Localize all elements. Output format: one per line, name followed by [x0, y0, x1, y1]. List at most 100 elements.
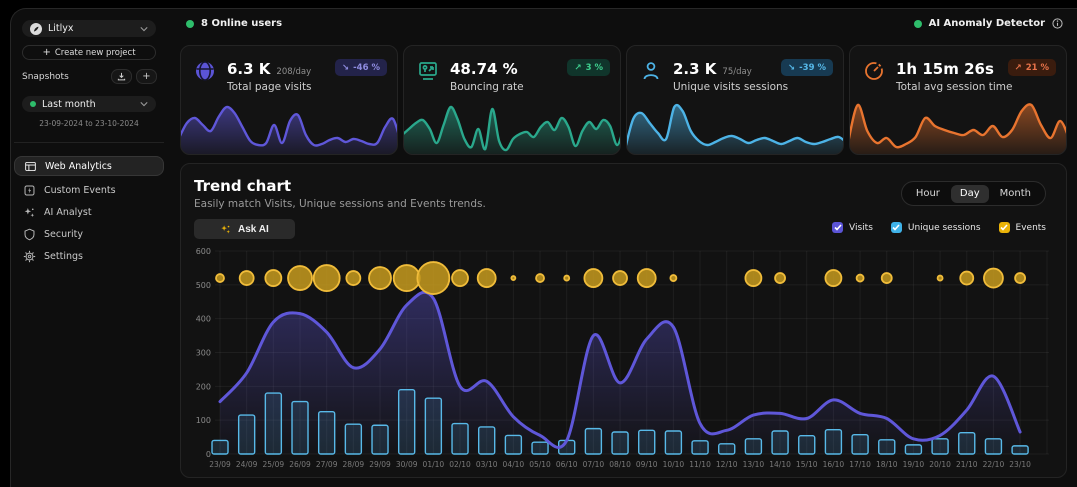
svg-text:24/09: 24/09	[236, 460, 258, 469]
info-icon[interactable]	[1052, 18, 1063, 29]
sidebar-item-ai-analyst[interactable]: AI Analyst	[14, 202, 164, 222]
online-users-indicator: 8 Online users	[186, 18, 282, 29]
stat-per-day: 208/day	[276, 67, 311, 77]
stat-card-total-page-visits: 6.3 K 208/day Total page visits ↘ -46 %	[180, 45, 398, 155]
stat-label: Unique visits sessions	[673, 81, 788, 93]
svg-text:11/10: 11/10	[689, 460, 711, 469]
stat-value: 6.3 K	[227, 60, 270, 78]
svg-text:08/10: 08/10	[609, 460, 631, 469]
stat-per-day: 75/day	[722, 67, 751, 77]
project-selector[interactable]: Litlyx	[22, 20, 156, 37]
plus-icon: +	[42, 47, 50, 58]
trend-up-icon: ↗	[574, 63, 581, 73]
stat-label: Bouncing rate	[450, 81, 524, 93]
snapshots-label: Snapshots	[22, 72, 69, 82]
svg-text:20/10: 20/10	[929, 460, 951, 469]
chart-legend: Visits Unique sessions Events	[832, 222, 1046, 233]
stat-card-avg-session-time: 1h 15m 26s Total avg session time ↗ 21 %	[849, 45, 1067, 155]
trend-badge: ↗ 3 %	[567, 59, 610, 76]
snapshot-selected-value: Last month	[42, 99, 96, 110]
svg-text:200: 200	[196, 382, 211, 391]
snapshot-select[interactable]: Last month	[22, 96, 156, 112]
stat-label: Total avg session time	[896, 81, 1012, 93]
stat-card-unique-visits: 2.3 K 75/day Unique visits sessions ↘ -3…	[626, 45, 844, 155]
sidebar-item-label: AI Analyst	[44, 207, 92, 218]
sparkline-chart	[850, 102, 1067, 154]
create-project-button[interactable]: + Create new project	[22, 45, 156, 60]
green-dot-icon	[186, 20, 194, 28]
badge-value: -46 %	[353, 63, 380, 73]
stat-value: 48.74 %	[450, 60, 518, 78]
svg-text:300: 300	[196, 349, 211, 358]
svg-text:04/10: 04/10	[503, 460, 525, 469]
legend-item-visits[interactable]: Visits	[832, 222, 873, 233]
sidebar-item-custom-events[interactable]: Custom Events	[14, 180, 164, 200]
svg-text:25/09: 25/09	[263, 460, 285, 469]
gear-icon	[23, 250, 36, 263]
svg-text:15/10: 15/10	[796, 460, 818, 469]
svg-text:23/10: 23/10	[1009, 460, 1031, 469]
sidebar-item-label: Settings	[44, 251, 83, 262]
svg-text:07/10: 07/10	[583, 460, 605, 469]
tab-month[interactable]: Month	[991, 185, 1040, 203]
badge-value: -39 %	[799, 63, 826, 73]
trend-badge: ↘ -46 %	[335, 59, 387, 76]
sidebar-item-settings[interactable]: Settings	[14, 246, 164, 266]
legend-item-events[interactable]: Events	[999, 222, 1046, 233]
svg-text:400: 400	[196, 315, 211, 324]
snapshot-date-range: 23-09-2024 to 23-10-2024	[10, 119, 168, 128]
svg-text:14/10: 14/10	[769, 460, 791, 469]
sparkles-icon	[23, 206, 36, 219]
svg-text:18/10: 18/10	[876, 460, 898, 469]
ai-anomaly-detector: AI Anomaly Detector	[914, 18, 1063, 29]
svg-text:28/09: 28/09	[343, 460, 365, 469]
svg-text:500: 500	[196, 281, 211, 290]
svg-text:03/10: 03/10	[476, 460, 498, 469]
add-snapshot-button[interactable]: +	[136, 69, 157, 84]
trend-down-icon: ↘	[342, 63, 349, 73]
svg-text:13/10: 13/10	[743, 460, 765, 469]
sparkline-chart	[404, 102, 621, 154]
trend-up-icon: ↗	[1015, 63, 1022, 73]
time-range-tabs: Hour Day Month	[901, 181, 1046, 206]
checkbox-unique-sessions[interactable]	[891, 222, 902, 233]
anomaly-label: AI Anomaly Detector	[929, 18, 1045, 29]
svg-text:29/09: 29/09	[369, 460, 391, 469]
svg-text:16/10: 16/10	[823, 460, 845, 469]
svg-text:01/10: 01/10	[423, 460, 445, 469]
legend-label: Unique sessions	[908, 223, 981, 233]
legend-item-unique-sessions[interactable]: Unique sessions	[891, 222, 981, 233]
trend-chart-title: Trend chart	[194, 177, 291, 195]
badge-value: 21 %	[1026, 63, 1049, 73]
badge-value: 3 %	[586, 63, 603, 73]
sidebar-item-web-analytics[interactable]: Web Analytics	[14, 156, 164, 176]
svg-text:30/09: 30/09	[396, 460, 418, 469]
chevron-down-icon	[140, 26, 148, 32]
svg-text:17/10: 17/10	[849, 460, 871, 469]
trend-down-icon: ↘	[788, 63, 795, 73]
tab-hour[interactable]: Hour	[907, 185, 949, 203]
svg-text:0: 0	[206, 450, 211, 459]
legend-label: Events	[1016, 223, 1046, 233]
svg-text:600: 600	[196, 247, 211, 256]
trend-badge: ↗ 21 %	[1008, 59, 1056, 76]
stat-card-bouncing-rate: 48.74 % Bouncing rate ↗ 3 %	[403, 45, 621, 155]
sidebar-item-security[interactable]: Security	[14, 224, 164, 244]
trend-chart-subtitle: Easily match Visits, Unique sessions and…	[194, 198, 486, 210]
trend-chart-card: Trend chart Easily match Visits, Unique …	[180, 163, 1067, 478]
ask-ai-button[interactable]: Ask AI	[194, 219, 295, 239]
checkbox-events[interactable]	[999, 222, 1010, 233]
stat-value: 2.3 K	[673, 60, 716, 78]
ask-ai-label: Ask AI	[238, 224, 269, 235]
globe-icon	[193, 59, 217, 83]
stat-label: Total page visits	[227, 81, 312, 93]
checkbox-visits[interactable]	[832, 222, 843, 233]
tab-day[interactable]: Day	[951, 185, 989, 203]
download-snapshot-button[interactable]	[111, 69, 132, 84]
svg-text:100: 100	[196, 416, 211, 425]
bounce-rate-icon	[416, 59, 440, 83]
plus-icon: +	[142, 71, 150, 82]
svg-text:10/10: 10/10	[663, 460, 685, 469]
trend-chart-plot[interactable]: 010020030040050060023/0924/0925/0926/092…	[191, 246, 1061, 476]
sidebar-item-label: Security	[44, 229, 83, 240]
